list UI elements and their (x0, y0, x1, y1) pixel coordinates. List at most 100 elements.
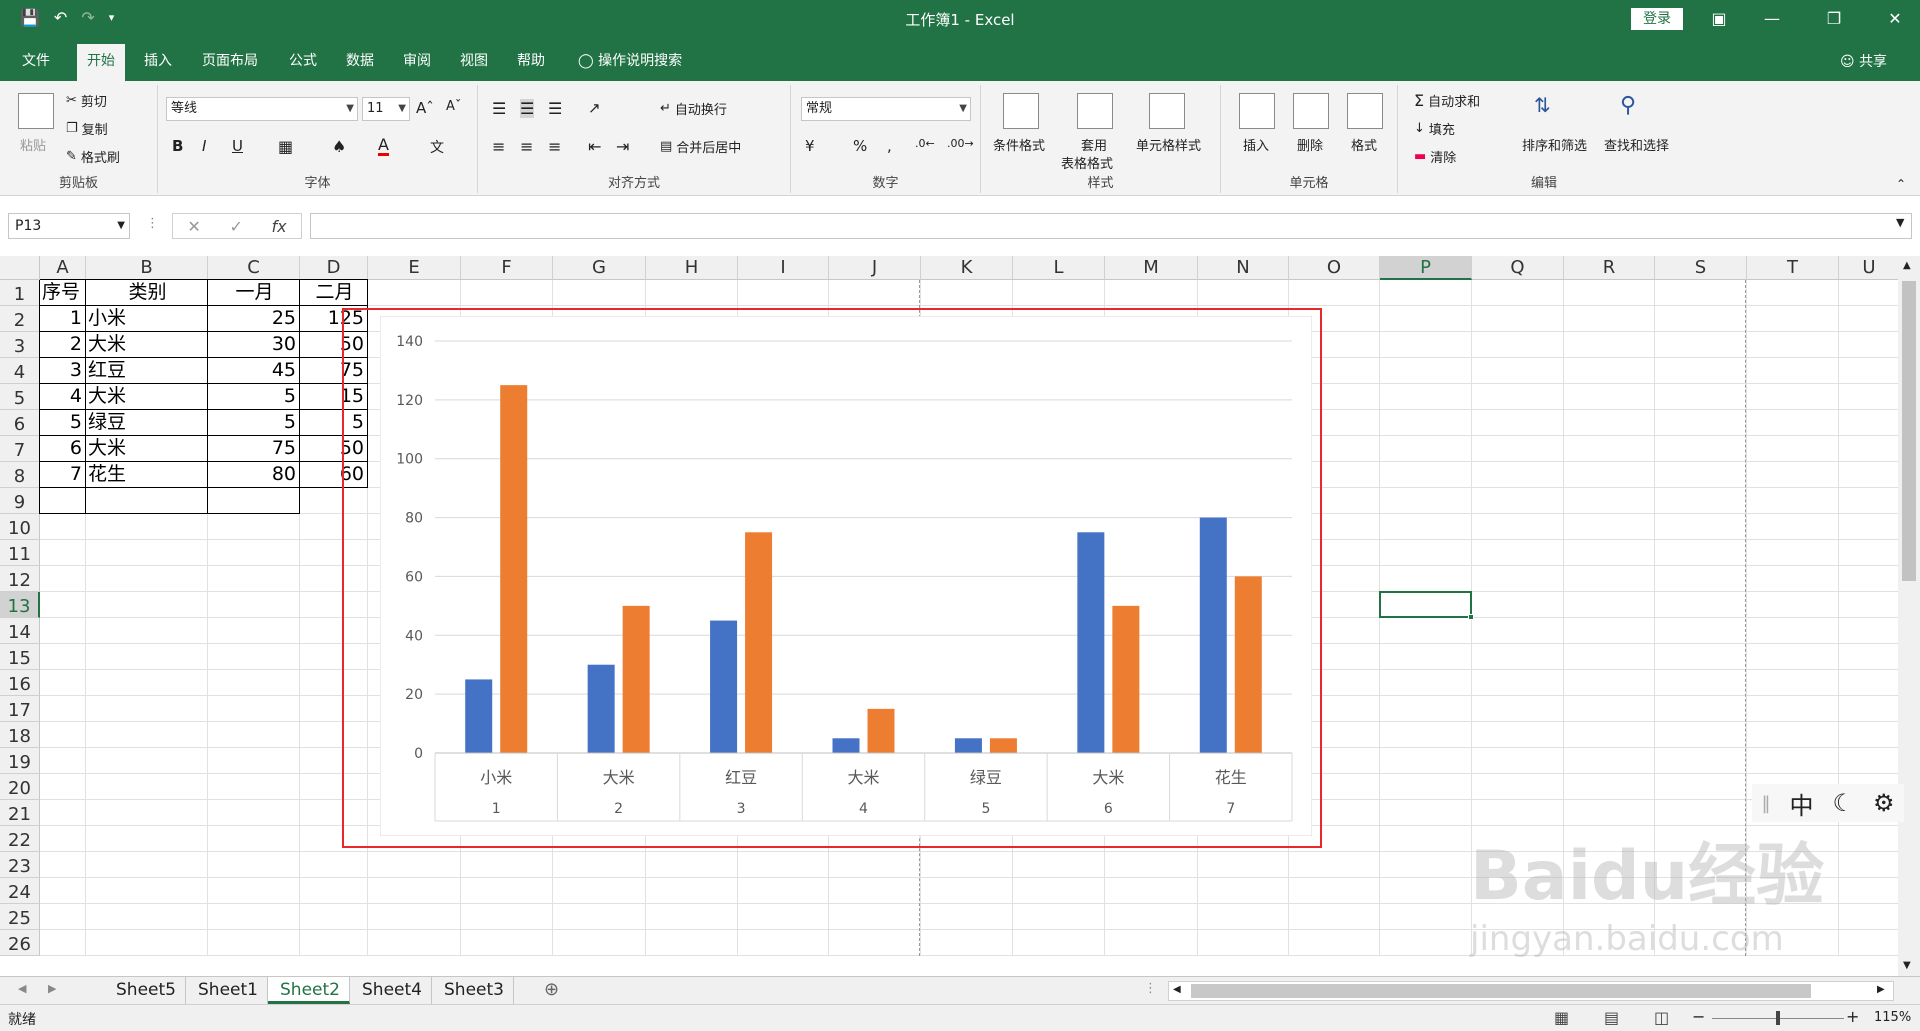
table-cell[interactable]: 75 (210, 436, 299, 462)
fill-button[interactable]: ↓ 填充 (1414, 119, 1455, 138)
copy-button[interactable]: ❐ 复制 (66, 119, 108, 138)
table-cell[interactable]: 一月 (210, 280, 299, 306)
row-header-21[interactable]: 21 (0, 800, 40, 826)
number-format-select[interactable]: 常规 ▼ (801, 97, 971, 121)
tab-page-layout[interactable]: 页面布局 (202, 50, 258, 70)
scroll-up-icon[interactable]: ▲ (1903, 260, 1911, 271)
tab-view[interactable]: 视图 (460, 50, 488, 70)
table-cell[interactable]: 80 (210, 462, 299, 488)
column-chart[interactable]: 0 20 40 60 80 100 120 140 小米 1 大米 2 红豆 3 大米 4 绿豆 5 大米 6 花生 7 (380, 316, 1312, 836)
table-cell[interactable]: 小米 (88, 306, 207, 332)
prev-sheet-icon[interactable]: ◀ (18, 982, 26, 995)
bar-series1-cat1[interactable] (465, 679, 493, 753)
column-header-i[interactable]: I (738, 256, 829, 280)
fill-color-icon[interactable]: ♠ (332, 137, 346, 156)
row-header-5[interactable]: 5 (0, 384, 40, 410)
table-cell[interactable]: 类别 (88, 280, 207, 306)
row-header-18[interactable]: 18 (0, 722, 40, 748)
table-cell[interactable]: 花生 (88, 462, 207, 488)
wrap-text-button[interactable]: ↵ 自动换行 (660, 99, 727, 118)
comma-button[interactable]: , (887, 137, 892, 155)
bar-series1-cat7[interactable] (1199, 517, 1227, 753)
cell-styles-button[interactable]: 单元格样式 (1136, 135, 1201, 154)
tab-help[interactable]: 帮助 (517, 50, 545, 70)
align-middle-icon[interactable]: ☰ (520, 99, 535, 118)
column-header-a[interactable]: A (40, 256, 86, 280)
row-header-25[interactable]: 25 (0, 904, 40, 930)
tell-me-search[interactable]: ◯ 操作说明搜索 (578, 50, 682, 70)
paste-icon[interactable] (18, 93, 54, 129)
tab-review[interactable]: 审阅 (403, 50, 431, 70)
table-cell[interactable]: 4 (42, 384, 85, 410)
scroll-left-icon[interactable]: ◀ (1173, 984, 1181, 995)
selected-cell[interactable] (1379, 591, 1472, 618)
select-all-button[interactable] (0, 256, 40, 280)
font-color-icon[interactable]: A (378, 137, 389, 156)
bar-series2-cat4[interactable] (867, 708, 895, 753)
font-size-select[interactable]: 11 ▼ (362, 97, 410, 121)
bar-series1-cat6[interactable] (1077, 532, 1105, 753)
row-header-9[interactable]: 9 (0, 488, 40, 514)
column-header-b[interactable]: B (86, 256, 208, 280)
tab-insert[interactable]: 插入 (144, 50, 172, 70)
expand-formula-icon[interactable]: ▼ (1896, 216, 1904, 229)
normal-view-icon[interactable]: ▦ (1554, 1008, 1569, 1027)
column-header-j[interactable]: J (829, 256, 921, 280)
customize-qat-icon[interactable]: ▾ (109, 8, 115, 28)
find-select-button[interactable]: 查找和选择 (1604, 135, 1669, 154)
insert-cells-icon[interactable] (1239, 93, 1275, 129)
save-icon[interactable]: 💾 (20, 8, 40, 28)
align-center-icon[interactable]: ≡ (520, 137, 533, 156)
clear-button[interactable]: ▬ 清除 (1414, 147, 1456, 166)
bold-button[interactable]: B (172, 137, 183, 155)
page-break-view-icon[interactable]: ◫ (1654, 1008, 1669, 1027)
row-header-16[interactable]: 16 (0, 670, 40, 696)
align-bottom-icon[interactable]: ☰ (548, 99, 562, 118)
horizontal-scrollbar[interactable]: ◀ ▶ (1168, 981, 1894, 1001)
table-cell[interactable]: 30 (210, 332, 299, 358)
ribbon-display-icon[interactable]: ▣ (1704, 6, 1734, 32)
vertical-scroll-thumb[interactable] (1902, 281, 1916, 581)
table-cell[interactable]: 大米 (88, 436, 207, 462)
row-header-14[interactable]: 14 (0, 618, 40, 644)
row-header-10[interactable]: 10 (0, 514, 40, 540)
column-header-c[interactable]: C (208, 256, 300, 280)
zoom-slider-thumb[interactable] (1776, 1011, 1780, 1025)
fill-handle[interactable] (1468, 614, 1474, 620)
conditional-format-button[interactable]: 条件格式 (993, 135, 1045, 154)
table-cell[interactable]: 二月 (302, 280, 367, 306)
redo-icon[interactable]: ↷ (81, 8, 94, 28)
column-header-e[interactable]: E (368, 256, 461, 280)
row-header-7[interactable]: 7 (0, 436, 40, 462)
row-header-12[interactable]: 12 (0, 566, 40, 592)
moon-icon[interactable]: ☾ (1832, 789, 1854, 817)
row-header-13[interactable]: 13 (0, 592, 40, 618)
minimize-icon[interactable]: — (1757, 6, 1787, 32)
column-header-h[interactable]: H (646, 256, 738, 280)
column-header-q[interactable]: Q (1472, 256, 1564, 280)
row-header-6[interactable]: 6 (0, 410, 40, 436)
table-cell[interactable]: 6 (42, 436, 85, 462)
decrease-decimal-icon[interactable]: .00→ (947, 137, 974, 150)
table-cell[interactable]: 7 (42, 462, 85, 488)
sort-filter-button[interactable]: 排序和筛选 (1522, 135, 1587, 154)
tab-file[interactable]: 文件 (22, 50, 50, 70)
column-header-r[interactable]: R (1564, 256, 1655, 280)
share-button[interactable]: ☺ 共享 (1840, 51, 1887, 71)
cut-button[interactable]: ✂ 剪切 (66, 91, 107, 110)
table-cell[interactable]: 25 (210, 306, 299, 332)
bar-series2-cat2[interactable] (622, 605, 650, 753)
row-header-19[interactable]: 19 (0, 748, 40, 774)
table-cell[interactable]: 大米 (88, 384, 207, 410)
delete-cells-icon[interactable] (1293, 93, 1329, 129)
align-top-icon[interactable]: ☰ (492, 99, 506, 118)
sheet-tab-sheet2[interactable]: Sheet2 (268, 977, 350, 1004)
table-cell[interactable]: 2 (42, 332, 85, 358)
next-sheet-icon[interactable]: ▶ (48, 982, 56, 995)
column-header-s[interactable]: S (1655, 256, 1747, 280)
table-cell[interactable]: 3 (42, 358, 85, 384)
delete-cells-button[interactable]: 删除 (1297, 135, 1323, 154)
collapse-ribbon-icon[interactable]: ⌃ (1896, 177, 1906, 191)
bar-series1-cat2[interactable] (587, 664, 615, 753)
row-header-20[interactable]: 20 (0, 774, 40, 800)
